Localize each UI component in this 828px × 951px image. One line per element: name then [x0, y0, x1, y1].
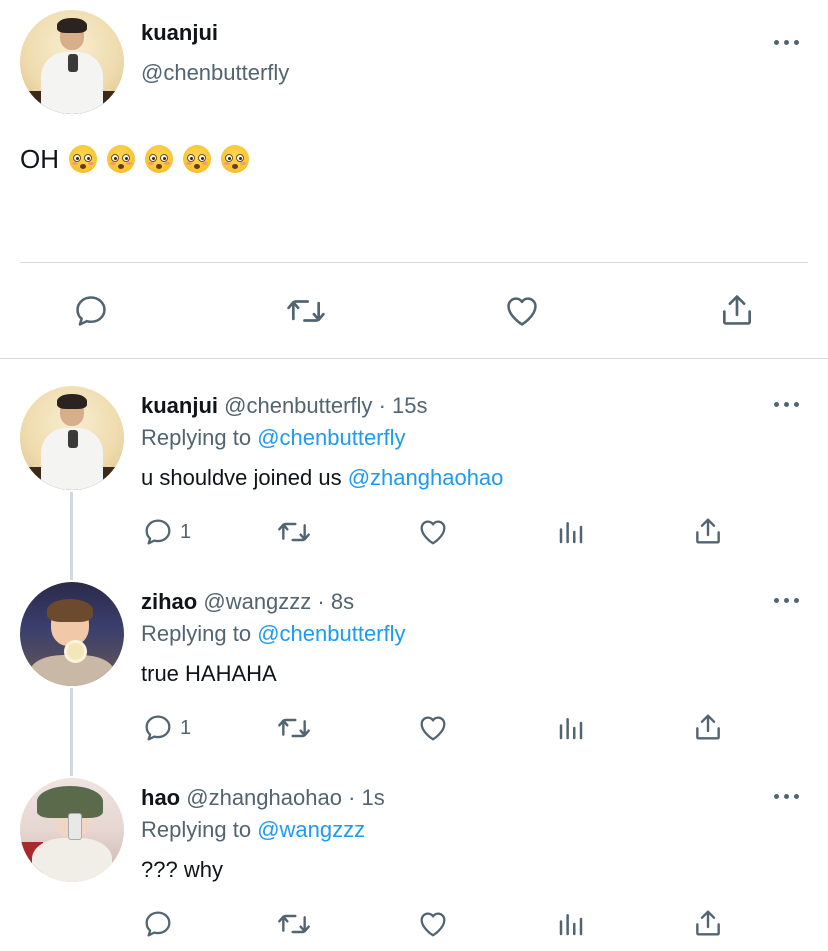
- views-icon: [559, 914, 583, 936]
- like-button[interactable]: [416, 908, 450, 940]
- divider: [0, 358, 828, 359]
- tweet-text: OH: [20, 144, 249, 175]
- flushed-face-icon: [221, 145, 249, 173]
- like-icon: [507, 297, 537, 326]
- share-icon: [696, 518, 720, 544]
- more-icon[interactable]: [774, 596, 800, 606]
- reply-count: 1: [180, 716, 192, 739]
- reply-button[interactable]: 1: [142, 516, 191, 548]
- share-button[interactable]: [692, 710, 724, 744]
- reply-text: ??? why: [141, 857, 223, 883]
- author-name[interactable]: kuanjui: [141, 20, 218, 46]
- share-icon: [722, 295, 752, 325]
- author-name[interactable]: hao: [141, 785, 180, 810]
- more-icon[interactable]: [774, 400, 800, 410]
- reply-header: kuanjui @chenbutterfly · 15s: [141, 393, 427, 419]
- thread-line: [70, 688, 73, 776]
- flushed-face-icon: [107, 145, 135, 173]
- reply-text-content: ??? why: [141, 857, 223, 882]
- views-icon: [559, 522, 583, 544]
- author-name[interactable]: zihao: [141, 589, 197, 614]
- reply-text: u shouldve joined us @zhanghaohao: [141, 465, 503, 491]
- author-name[interactable]: kuanjui: [141, 393, 218, 418]
- retweet-icon: [287, 300, 325, 322]
- replying-to: Replying to @chenbutterfly: [141, 621, 406, 647]
- like-button[interactable]: [502, 292, 542, 330]
- retweet-icon: [278, 718, 310, 738]
- avatar[interactable]: [20, 386, 124, 490]
- timestamp[interactable]: · 1s: [348, 785, 385, 810]
- replying-to: Replying to @chenbutterfly: [141, 425, 406, 451]
- like-icon: [420, 716, 446, 741]
- replying-to-handle[interactable]: @chenbutterfly: [257, 621, 405, 646]
- reply-button[interactable]: [142, 908, 174, 940]
- reply-header: zihao @wangzzz · 8s: [141, 589, 354, 615]
- share-button[interactable]: [692, 514, 724, 548]
- retweet-button[interactable]: [285, 292, 327, 330]
- share-button[interactable]: [692, 906, 724, 940]
- replying-to-label: Replying to: [141, 425, 252, 450]
- thread-line: [70, 492, 73, 580]
- reply-button[interactable]: 1: [142, 712, 191, 744]
- reply-button[interactable]: [72, 292, 110, 330]
- more-icon[interactable]: [774, 792, 800, 802]
- share-icon: [696, 910, 720, 936]
- reply-count: 1: [180, 520, 192, 543]
- retweet-icon: [278, 914, 310, 934]
- views-button[interactable]: [556, 712, 586, 744]
- retweet-button[interactable]: [276, 908, 312, 940]
- avatar[interactable]: [20, 582, 124, 686]
- author-handle[interactable]: @zhanghaohao: [186, 785, 342, 810]
- flushed-face-icon: [69, 145, 97, 173]
- reply-text: true HAHAHA: [141, 661, 277, 687]
- views-button[interactable]: [556, 908, 586, 940]
- author-handle[interactable]: @chenbutterfly: [141, 60, 289, 86]
- reply-icon: [145, 519, 171, 545]
- timestamp[interactable]: · 15s: [379, 393, 428, 418]
- share-button[interactable]: [718, 290, 756, 330]
- author-handle[interactable]: @wangzzz: [203, 589, 311, 614]
- more-icon[interactable]: [774, 38, 800, 48]
- reply-text-content: u shouldve joined us: [141, 465, 342, 490]
- divider: [20, 262, 808, 263]
- like-icon: [420, 520, 446, 545]
- flushed-face-icon: [145, 145, 173, 173]
- like-button[interactable]: [416, 516, 450, 548]
- avatar[interactable]: [20, 778, 124, 882]
- retweet-button[interactable]: [276, 516, 312, 548]
- author-handle[interactable]: @chenbutterfly: [224, 393, 372, 418]
- tweet-text-content: OH: [20, 144, 59, 174]
- reply-icon: [145, 911, 171, 937]
- retweet-icon: [278, 522, 310, 542]
- like-icon: [420, 912, 446, 937]
- reply-icon: [145, 715, 171, 741]
- replying-to-label: Replying to: [141, 621, 252, 646]
- reply-icon: [76, 296, 106, 326]
- reply-text-content: true HAHAHA: [141, 661, 277, 686]
- views-icon: [559, 718, 583, 740]
- timestamp[interactable]: · 8s: [317, 589, 354, 614]
- replying-to-handle[interactable]: @wangzzz: [257, 817, 365, 842]
- flushed-face-icon: [183, 145, 211, 173]
- share-icon: [696, 714, 720, 740]
- replying-to-label: Replying to: [141, 817, 252, 842]
- views-button[interactable]: [556, 516, 586, 548]
- replying-to: Replying to @wangzzz: [141, 817, 365, 843]
- replying-to-handle[interactable]: @chenbutterfly: [257, 425, 405, 450]
- reply-header: hao @zhanghaohao · 1s: [141, 785, 385, 811]
- mention-link[interactable]: @zhanghaohao: [348, 465, 504, 490]
- retweet-button[interactable]: [276, 712, 312, 744]
- like-button[interactable]: [416, 712, 450, 744]
- avatar[interactable]: [20, 10, 124, 114]
